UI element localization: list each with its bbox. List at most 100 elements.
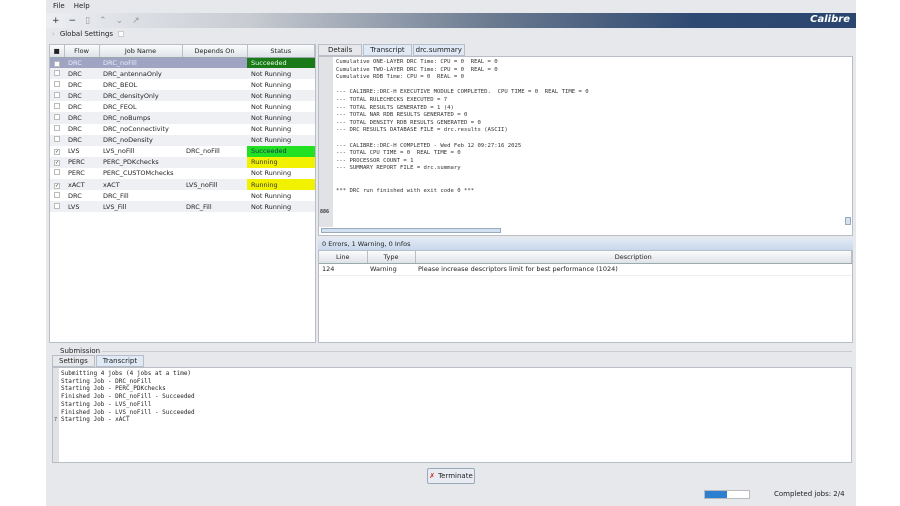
transcript-line — [336, 181, 589, 189]
col-depends-on[interactable]: Depends On — [182, 45, 248, 58]
row-checkbox[interactable] — [50, 90, 64, 102]
line-number — [319, 163, 333, 171]
transcript-view[interactable]: 886 Cumulative ONE-LAYER DRC Time: CPU =… — [318, 56, 853, 236]
table-row[interactable]: 124 Warning Please increase descriptors … — [319, 263, 852, 276]
submission-transcript[interactable]: 7 Submitting 4 jobs (4 jobs at a time) St… — [52, 367, 852, 463]
line-gutter: 886 — [319, 57, 333, 227]
collapse-icon[interactable]: ↗ — [132, 16, 140, 26]
row-depends-on — [182, 156, 247, 168]
move-up-icon[interactable]: ⌃ — [99, 16, 107, 26]
transcript-line: Cumulative TWO-LAYER DRC Time: CPU = 0 R… — [336, 66, 498, 73]
row-checkbox[interactable]: ✓ — [50, 179, 64, 191]
row-checkbox[interactable] — [50, 68, 64, 80]
col-job-name[interactable]: Job Name — [99, 45, 183, 58]
tab-drc-summary[interactable]: drc.summary — [412, 44, 465, 56]
table-row[interactable]: DRC DRC_FEOL Not Running — [50, 101, 315, 112]
copy-icon[interactable]: ▯ — [85, 16, 90, 26]
menu-file[interactable]: File — [53, 2, 65, 10]
global-settings[interactable]: › Global Settings — [52, 29, 125, 39]
row-job-name: DRC_BEOL — [103, 80, 138, 89]
row-depends-on: DRC_noFill — [186, 147, 220, 156]
transcript-line — [336, 135, 589, 143]
result-line: 124 — [319, 263, 367, 276]
transcript-text: Cumulative ONE-LAYER DRC Time: CPU = 0 R… — [336, 59, 589, 196]
row-checkbox[interactable]: ✓ — [50, 156, 64, 168]
current-line-number: 886 — [320, 208, 330, 215]
terminate-button[interactable]: ✗ Terminate — [427, 468, 475, 484]
row-checkbox[interactable]: ✓ — [50, 146, 64, 157]
table-row[interactable]: ✓ PERC PERC_PDKchecks Running — [50, 156, 315, 168]
vertical-scrollbar[interactable] — [845, 217, 851, 225]
progress-fill — [705, 491, 727, 498]
row-checkbox[interactable] — [50, 168, 64, 179]
col-description[interactable]: Description — [415, 251, 852, 264]
line-number — [319, 118, 333, 126]
row-checkbox[interactable] — [50, 101, 64, 112]
row-job-name: DRC_FEOL — [103, 102, 137, 111]
line-number — [319, 103, 333, 111]
table-row[interactable]: DRC DRC_noDensity Not Running — [50, 134, 315, 146]
line-number — [319, 148, 333, 156]
results-table: Line Type Description 124 Warning Please… — [318, 250, 853, 343]
horizontal-scrollbar[interactable] — [321, 228, 501, 233]
row-checkbox[interactable] — [50, 124, 64, 135]
table-row[interactable]: DRC DRC_noBumps Not Running — [50, 112, 315, 124]
row-depends-on — [182, 57, 247, 69]
col-select[interactable]: ■ — [50, 45, 65, 58]
row-flow: DRC — [64, 112, 99, 124]
table-row[interactable]: PERC PERC_CUSTOMchecks Not Running — [50, 168, 315, 179]
expand-icon[interactable]: › — [52, 30, 55, 38]
row-job-name: DRC_noDensity — [99, 134, 182, 146]
col-line[interactable]: Line — [319, 251, 368, 264]
tab-details[interactable]: Details — [318, 44, 363, 56]
table-row[interactable]: DRC DRC_noConnectivity Not Running — [50, 124, 315, 135]
status-badge: Not Running — [251, 125, 292, 134]
row-depends-on: DRC_Fill — [182, 201, 247, 213]
table-row[interactable]: DRC DRC_antennaOnly Not Running — [50, 68, 315, 80]
global-settings-label: Global Settings — [59, 30, 114, 38]
gutter-mark: 7 — [54, 417, 58, 423]
status-badge: Succeeded — [247, 57, 315, 69]
col-flow[interactable]: Flow — [64, 45, 100, 58]
status-badge: Running — [247, 179, 315, 191]
global-settings-checkbox[interactable] — [118, 31, 125, 37]
row-checkbox[interactable]: ✓ — [50, 57, 64, 69]
row-checkbox[interactable] — [50, 201, 64, 213]
tab-submission-transcript[interactable]: Transcript — [95, 355, 145, 367]
transcript-line: --- TOTAL RESULTS GENERATED = 1 (4) — [336, 104, 454, 111]
col-type[interactable]: Type — [367, 251, 416, 264]
terminate-icon: ✗ — [429, 472, 436, 480]
table-row[interactable]: ✓ xACT xACT LVS_noFill Running — [50, 179, 315, 191]
table-row[interactable]: DRC DRC_BEOL Not Running — [50, 79, 315, 90]
transcript-line: --- TOTAL DENSITY RDB RESULTS GENERATED … — [336, 119, 481, 126]
row-checkbox[interactable] — [50, 190, 64, 201]
table-row[interactable]: ✓ DRC DRC_noFill Succeeded — [50, 57, 315, 69]
submission-line: Submitting 4 jobs (4 jobs at a time) — [61, 370, 192, 377]
row-checkbox[interactable] — [50, 134, 64, 146]
row-depends-on — [182, 190, 247, 201]
submission-text: Submitting 4 jobs (4 jobs at a time) Star… — [61, 370, 195, 424]
result-type: Warning — [367, 263, 415, 276]
submission-label: Submission — [60, 347, 101, 355]
table-row[interactable]: ✓ LVS LVS_noFill DRC_noFill Succeeded — [50, 145, 315, 157]
table-row[interactable]: DRC DRC_densityOnly Not Running — [50, 90, 315, 102]
remove-icon[interactable]: − — [69, 16, 77, 26]
status-badge: Not Running — [247, 134, 315, 146]
table-row[interactable]: DRC DRC_Fill Not Running — [50, 190, 315, 201]
col-status[interactable]: Status — [247, 45, 315, 58]
transcript-line: --- DRC RESULTS DATABASE FILE = drc.resu… — [336, 127, 508, 134]
row-depends-on — [182, 101, 247, 112]
result-description: Please increase descriptors limit for be… — [415, 263, 852, 276]
row-checkbox[interactable] — [50, 112, 64, 124]
row-checkbox[interactable] — [50, 79, 64, 90]
tab-transcript[interactable]: Transcript — [363, 44, 412, 56]
table-row[interactable]: LVS LVS_Fill DRC_Fill Not Running — [50, 201, 315, 213]
move-down-icon[interactable]: ⌄ — [116, 16, 124, 26]
tab-settings[interactable]: Settings — [52, 355, 95, 367]
menu-help[interactable]: Help — [74, 2, 90, 10]
add-icon[interactable]: + — [52, 16, 60, 26]
job-table: ■ Flow Job Name Depends On Status ✓ DRC … — [49, 44, 316, 343]
row-flow: DRC — [68, 191, 82, 200]
status-badge: Not Running — [247, 68, 315, 80]
line-number — [319, 87, 333, 95]
